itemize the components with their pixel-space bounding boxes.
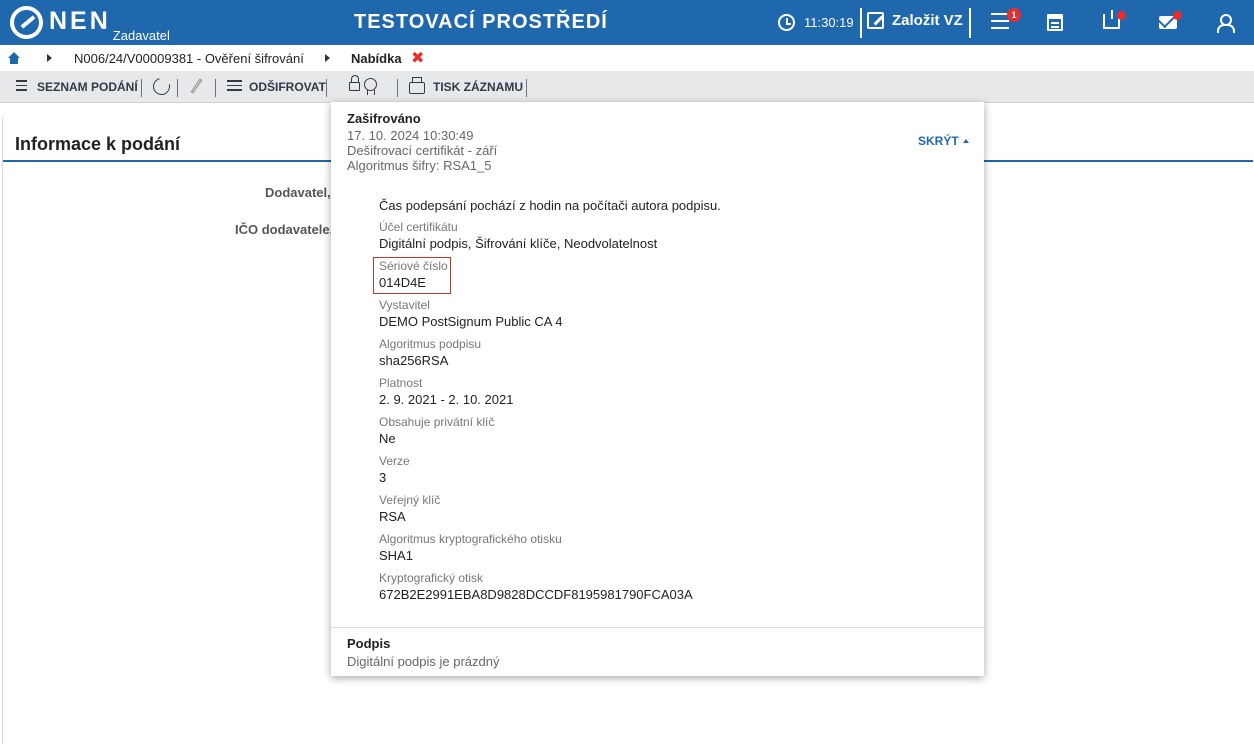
pencil-icon xyxy=(190,78,203,94)
signature-status: Digitální podpis je prázdný xyxy=(347,654,500,669)
environment-title: TESTOVACÍ PROSTŘEDÍ xyxy=(354,11,608,33)
print-record-label: TISK ZÁZNAMU xyxy=(433,80,523,94)
detail-label: Kryptografický otisk xyxy=(379,571,484,585)
detail-label: Účel certifikátu xyxy=(379,220,458,234)
detail-value: DEMO PostSignum Public CA 4 xyxy=(379,314,563,329)
breadcrumb-item-tender[interactable]: N006/24/V00009381 - Ověření šifrování xyxy=(74,51,304,66)
printer-icon xyxy=(409,77,425,94)
header-separator xyxy=(860,8,862,38)
breadcrumb-item-current: Nabídka xyxy=(351,51,402,66)
top-bar: NEN Zadavatel TESTOVACÍ PROSTŘEDÍ 11:30:… xyxy=(0,0,1254,45)
detail-label: Vystavitel xyxy=(379,298,430,312)
decryption-certificate: Dešifrovací certifikát - září xyxy=(347,143,498,158)
clock-icon xyxy=(778,14,795,31)
close-icon[interactable]: ✖ xyxy=(411,48,424,68)
detail-label: Platnost xyxy=(379,376,423,390)
detail-value: 3 xyxy=(379,470,387,485)
encryption-date: 17. 10. 2024 10:30:49 xyxy=(347,128,474,143)
refresh-icon xyxy=(149,74,174,99)
hide-button[interactable]: SKRÝT xyxy=(918,134,969,148)
signature-title: Podpis xyxy=(347,636,391,651)
list-icon xyxy=(16,80,27,94)
chevron-right-icon xyxy=(325,54,330,62)
edit-button[interactable] xyxy=(189,78,203,94)
session-clock: 11:30:19 xyxy=(778,14,854,31)
lock-icon xyxy=(349,75,360,91)
toolbar-separator xyxy=(141,79,142,97)
detail-label: Veřejný klíč xyxy=(379,493,441,507)
encryption-info-popup: Zašifrováno 17. 10. 2024 10:30:49 Dešifr… xyxy=(331,102,984,676)
create-tender-button[interactable]: Založit VZ xyxy=(867,12,963,29)
detail-label: Algoritmus podpisu xyxy=(379,337,482,351)
user-icon[interactable] xyxy=(1216,14,1235,33)
create-tender-label: Založit VZ xyxy=(892,12,963,29)
header-separator xyxy=(969,8,971,38)
detail-label: Algoritmus kryptografického otisku xyxy=(379,532,562,546)
nen-logo[interactable]: NEN Zadavatel xyxy=(10,6,170,43)
logo-icon xyxy=(10,6,43,39)
caret-up-icon xyxy=(962,139,969,143)
clock-time: 11:30:19 xyxy=(804,15,854,30)
submissions-list-button[interactable]: SEZNAM PODÁNÍ xyxy=(16,80,138,94)
toolbar-separator xyxy=(215,79,216,97)
decrypt-label: ODŠIFROVAT xyxy=(249,80,326,94)
detail-label: Obsahuje privátní klíč xyxy=(379,415,495,429)
hide-label: SKRÝT xyxy=(918,134,959,148)
detail-value: 672B2E2991EBA8D9828DCCDF8195981790FCA03A xyxy=(379,587,693,602)
detail-value: SHA1 xyxy=(379,548,413,563)
page-title: Informace k podání xyxy=(15,134,181,154)
edit-icon xyxy=(867,12,884,29)
detail-label: Verze xyxy=(379,454,410,468)
detail-label: Sériové číslo xyxy=(379,259,448,273)
signing-time-note: Čas podepsání pochází z hodin na počítač… xyxy=(379,198,721,213)
decrypt-icon xyxy=(227,80,242,94)
supplier-id-label: IČO dodavatele, I xyxy=(235,222,333,237)
menu-badge: 1 xyxy=(1007,8,1021,22)
breadcrumb: N006/24/V00009381 - Ověření šifrování Na… xyxy=(0,45,1254,71)
toolbar: SEZNAM PODÁNÍ ODŠIFROVAT TISK ZÁZNAMU xyxy=(0,71,1254,103)
toolbar-separator xyxy=(526,79,527,97)
chevron-right-icon xyxy=(47,54,52,62)
refresh-button[interactable] xyxy=(149,74,174,99)
encryption-status-title: Zašifrováno xyxy=(347,111,421,126)
cipher-algorithm: Algoritmus šifry: RSA1_5 xyxy=(347,158,492,173)
toolbar-separator xyxy=(397,79,398,97)
toolbar-separator xyxy=(326,79,327,97)
popup-divider xyxy=(331,627,984,628)
encryption-info-button[interactable] xyxy=(349,75,377,95)
calculator-icon[interactable] xyxy=(1047,14,1063,31)
decrypt-button[interactable]: ODŠIFROVAT xyxy=(227,80,326,94)
detail-value: sha256RSA xyxy=(379,353,449,368)
detail-value: RSA xyxy=(379,509,406,524)
print-record-button[interactable]: TISK ZÁZNAMU xyxy=(409,77,523,94)
supplier-label: Dodavatel, I xyxy=(265,185,333,200)
certificate-icon xyxy=(364,77,377,95)
detail-value: 2. 9. 2021 - 2. 10. 2021 xyxy=(379,392,514,407)
home-icon[interactable] xyxy=(8,52,20,64)
detail-value: Digitální podpis, Šifrování klíče, Neodv… xyxy=(379,236,658,251)
logo-subtitle: Zadavatel xyxy=(112,28,170,43)
submissions-list-label: SEZNAM PODÁNÍ xyxy=(37,80,138,94)
mail-notification-dot xyxy=(1173,11,1182,20)
inbox-notification-dot xyxy=(1117,11,1126,20)
toolbar-separator xyxy=(177,79,178,97)
detail-value: 014D4E xyxy=(379,275,426,290)
detail-value: Ne xyxy=(379,431,396,446)
logo-text: NEN xyxy=(49,7,111,35)
